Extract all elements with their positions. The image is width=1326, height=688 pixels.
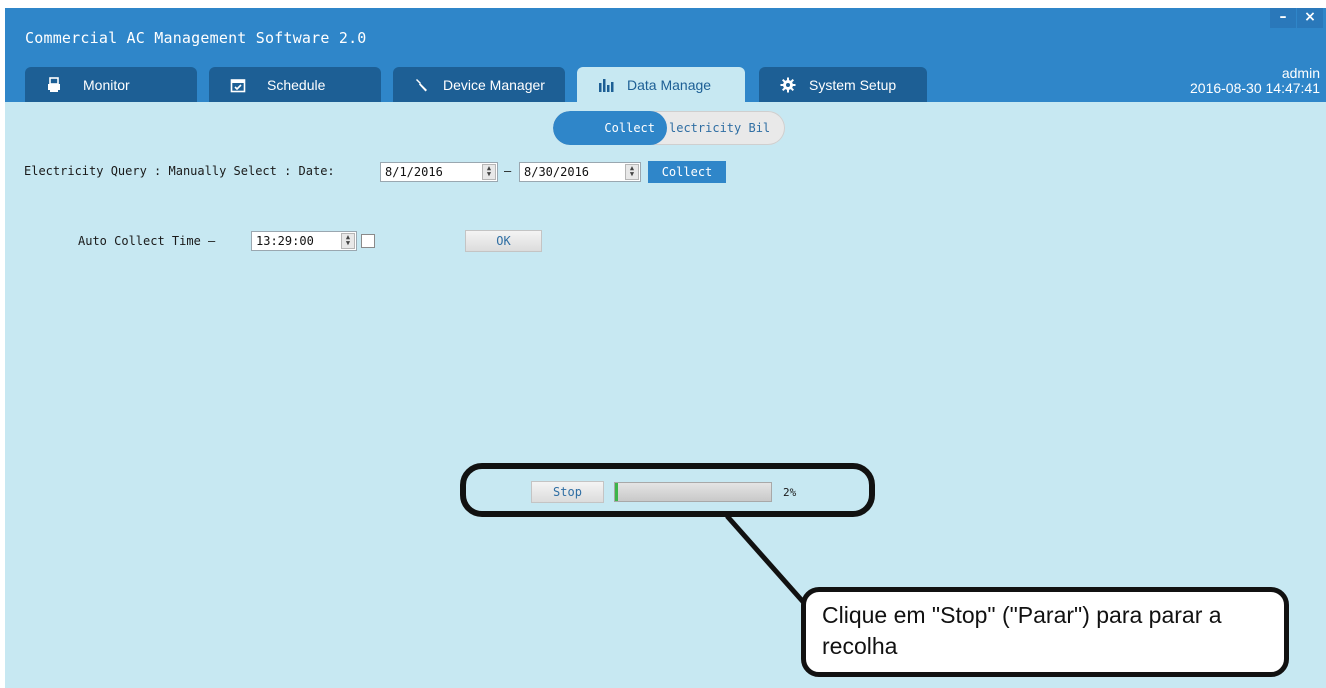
- tab-system-setup-label: System Setup: [809, 76, 897, 93]
- sub-tab-switcher: lectricity Bil Collect: [553, 111, 785, 145]
- username: admin: [1281, 65, 1320, 81]
- wrench-icon: [405, 77, 439, 93]
- auto-time-value: 13:29:00: [256, 234, 314, 248]
- calendar-icon: [221, 77, 255, 93]
- main-tabs: Monitor Schedule Device Manager Data Man…: [5, 67, 1005, 102]
- datetime: 2016-08-30 14:47:41: [1190, 80, 1320, 96]
- start-date-field[interactable]: 8/1/2016 ▲ ▼: [380, 162, 498, 182]
- end-date-field[interactable]: 8/30/2016 ▲ ▼: [519, 162, 641, 182]
- subtab-electricity-bill[interactable]: lectricity Bil: [667, 111, 785, 145]
- highlight-outline: [460, 463, 875, 517]
- end-date-spinner[interactable]: ▲ ▼: [625, 164, 639, 180]
- date-separator: –: [504, 164, 512, 178]
- start-date-value: 8/1/2016: [385, 165, 443, 179]
- app-title: Commercial AC Management Software 2.0: [25, 29, 367, 47]
- tab-data-manage[interactable]: Data Manage: [577, 67, 745, 102]
- close-button[interactable]: ×: [1297, 8, 1323, 28]
- tab-system-setup[interactable]: System Setup: [759, 67, 927, 102]
- callout-pointer-line: [725, 514, 815, 615]
- auto-time-field[interactable]: 13:29:00 ▲ ▼: [251, 231, 357, 251]
- callout-text: Clique em "Stop" ("Parar") para parar a …: [822, 602, 1222, 659]
- auto-collect-checkbox[interactable]: [361, 234, 375, 248]
- tab-data-manage-label: Data Manage: [627, 76, 712, 93]
- start-date-spinner[interactable]: ▲ ▼: [482, 164, 496, 180]
- auto-time-spinner[interactable]: ▲ ▼: [341, 233, 355, 249]
- tab-schedule[interactable]: Schedule: [209, 67, 381, 102]
- gear-icon: [771, 77, 805, 93]
- title-bar: Commercial AC Management Software 2.0 – …: [5, 8, 1326, 102]
- tab-monitor[interactable]: Monitor: [25, 67, 197, 102]
- user-info: admin 2016-08-30 14:47:41: [1190, 66, 1320, 96]
- collect-button[interactable]: Collect: [648, 161, 726, 183]
- callout-box: Clique em "Stop" ("Parar") para parar a …: [801, 587, 1289, 677]
- bar-chart-icon: [589, 77, 623, 93]
- tab-device-manager[interactable]: Device Manager: [393, 67, 565, 102]
- ok-button[interactable]: OK: [465, 230, 542, 252]
- subtab-collect[interactable]: Collect: [553, 111, 667, 145]
- minimize-button[interactable]: –: [1270, 8, 1296, 28]
- query-label: Electricity Query : Manually Select : Da…: [24, 164, 335, 178]
- tab-device-manager-label: Device Manager: [443, 76, 545, 93]
- tab-monitor-label: Monitor: [83, 76, 130, 93]
- tab-schedule-label: Schedule: [267, 76, 326, 93]
- auto-collect-label: Auto Collect Time –: [78, 234, 216, 248]
- end-date-value: 8/30/2016: [524, 165, 590, 179]
- app-window: Commercial AC Management Software 2.0 – …: [5, 8, 1326, 688]
- printer-icon: [37, 76, 71, 93]
